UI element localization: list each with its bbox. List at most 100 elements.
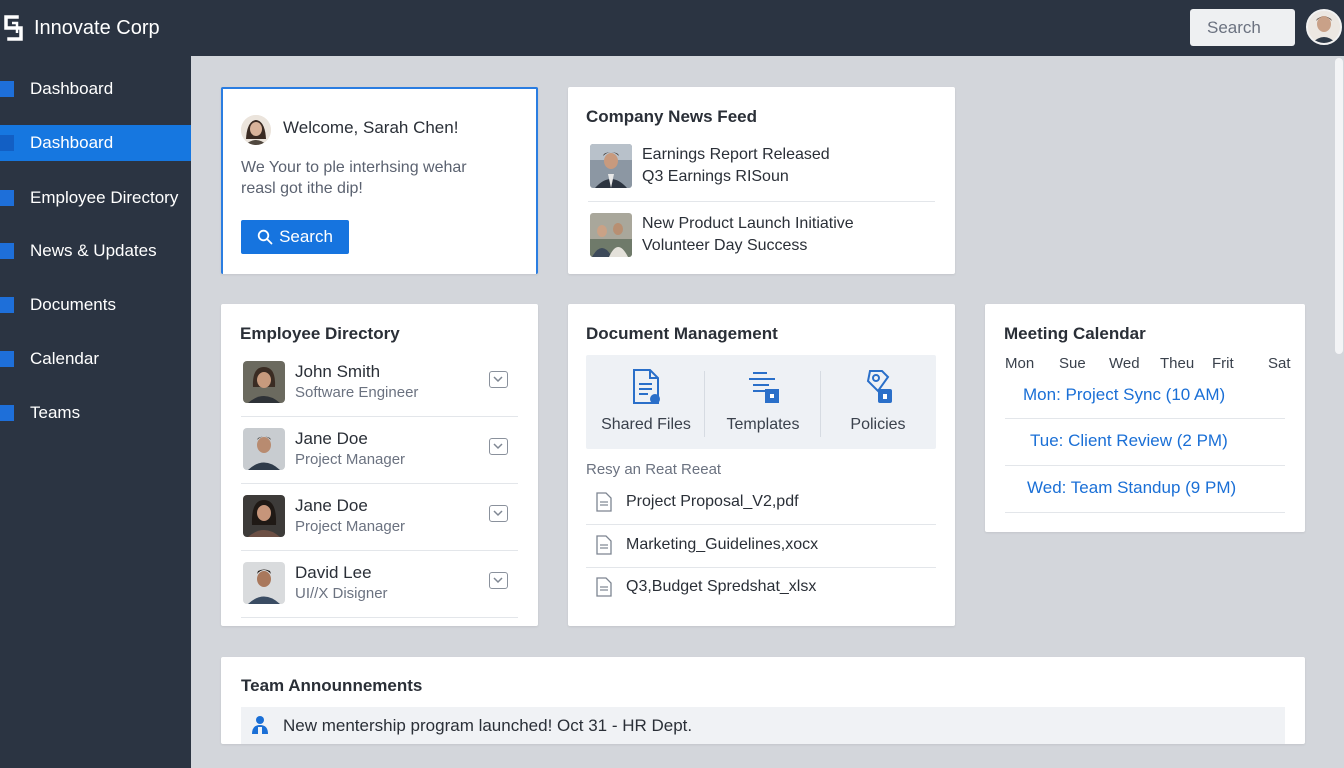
employee-role: Software Engineer — [295, 384, 419, 401]
news-item[interactable]: New Product Launch Initiative Volunteer … — [588, 213, 935, 273]
day-label[interactable]: Mon — [1005, 355, 1034, 372]
sidebar-item-label: News & Updates — [30, 241, 157, 260]
user-avatar[interactable] — [1306, 9, 1342, 45]
divider — [241, 416, 518, 417]
employee-photo — [243, 361, 285, 403]
sidebar-item-dashboard-active[interactable]: Dashboard — [0, 125, 191, 161]
file-name: Q3,Budget Spredshat_xlsx — [626, 578, 817, 595]
search-button[interactable]: Search — [241, 220, 349, 254]
team-announcements-title: Team Announnements — [241, 676, 423, 695]
sidebar-item-employee-directory[interactable]: Employee Directory — [0, 180, 191, 216]
divider — [1005, 418, 1285, 419]
tile-policies[interactable]: Policies — [820, 355, 936, 449]
day-label[interactable]: Wed — [1109, 355, 1140, 372]
sidebar-item-label: Calendar — [30, 349, 99, 368]
employee-row[interactable]: John Smith Software Engineer — [241, 361, 518, 427]
calendar-event[interactable]: Wed: Team Standup (9 PM) — [1005, 467, 1285, 513]
news-subline: Q3 Earnings RISoun — [642, 168, 789, 185]
meeting-calendar-card: Meeting Calendar Mon Sue Wed Theu Frit S… — [985, 304, 1305, 532]
tile-label: Shared Files — [601, 416, 691, 433]
employee-name: David Lee — [295, 563, 372, 582]
employee-photo — [243, 562, 285, 604]
nav-marker-icon — [0, 81, 14, 97]
sidebar-item-teams[interactable]: Teams — [0, 395, 191, 431]
scrollbar-thumb[interactable] — [1335, 58, 1343, 354]
employee-directory-title: Employee Directory — [240, 324, 400, 343]
employee-role: Project Manager — [295, 518, 406, 535]
file-row[interactable]: Q3,Budget Spredshat_xlsx — [586, 567, 936, 609]
chevron-down-icon[interactable] — [489, 572, 508, 589]
sidebar-item-calendar[interactable]: Calendar — [0, 341, 191, 377]
employee-name: John Smith — [295, 362, 381, 381]
sidebar-item-dashboard[interactable]: Dashboard — [0, 71, 191, 107]
welcome-card: Welcome, Sarah Chen! We Your to ple inte… — [221, 87, 538, 274]
employee-directory-card: Employee Directory John Smith Software E… — [221, 304, 538, 626]
welcome-message: We Your to ple interhsing wehar reasl go… — [241, 157, 521, 199]
header-search-input[interactable]: Search — [1190, 9, 1295, 46]
calendar-event[interactable]: Tue: Client Review (2 PM) — [1005, 420, 1285, 466]
sidebar-item-documents[interactable]: Documents — [0, 287, 191, 323]
user-avatar-small — [241, 115, 271, 145]
policies-icon — [860, 367, 898, 407]
chevron-down-icon[interactable] — [489, 371, 508, 388]
chevron-down-icon[interactable] — [489, 438, 508, 455]
sidebar-item-news-updates[interactable]: News & Updates — [0, 233, 191, 269]
news-headline: Earnings Report Released — [642, 146, 830, 163]
event-label: Mon: Project Sync (10 AM) — [1023, 385, 1226, 404]
chevron-down-icon[interactable] — [489, 505, 508, 522]
file-row[interactable]: Project Proposal_V2,pdf — [586, 482, 936, 524]
sidebar-item-label: Employee Directory — [30, 188, 179, 207]
file-icon — [596, 577, 612, 597]
app-title: Innovate Corp — [34, 16, 160, 39]
day-label[interactable]: Sue — [1059, 355, 1086, 372]
divider — [241, 550, 518, 551]
divider — [588, 201, 935, 202]
document-tiles: Shared Files Templates Policies — [586, 355, 936, 449]
divider — [241, 483, 518, 484]
file-row[interactable]: Marketing_Guidelines,xocx — [586, 525, 936, 567]
event-label: Tue: Client Review (2 PM) — [1030, 431, 1228, 450]
day-label[interactable]: Theu — [1160, 355, 1194, 372]
file-icon — [596, 492, 612, 512]
sidebar-item-label: Documents — [30, 295, 116, 314]
meeting-calendar-title: Meeting Calendar — [1004, 324, 1146, 343]
file-name: Project Proposal_V2,pdf — [626, 493, 799, 510]
employee-photo — [243, 495, 285, 537]
employee-row[interactable]: David Lee UI//X Disigner — [241, 562, 518, 628]
tile-templates[interactable]: Templates — [705, 355, 821, 449]
employee-name: Jane Doe — [295, 429, 368, 448]
news-thumbnail — [590, 213, 632, 257]
sidebar-item-label: Dashboard — [30, 79, 114, 98]
file-name: Marketing_Guidelines,xocx — [626, 536, 819, 553]
search-button-label: Search — [279, 227, 333, 246]
welcome-message-line: reasl got ithe dip! — [241, 180, 363, 197]
team-icon — [249, 715, 271, 735]
event-label: Wed: Team Standup (9 PM) — [1027, 478, 1237, 497]
sidebar-item-label: Teams — [30, 403, 81, 422]
company-logo-icon — [2, 12, 26, 44]
tile-label: Templates — [726, 416, 800, 433]
calendar-day-header: Mon Sue Wed Theu Frit Sat — [1005, 355, 1291, 375]
tile-shared-files[interactable]: Shared Files — [588, 355, 704, 449]
top-bar: Innovate Corp Search — [0, 0, 1344, 56]
team-announcements-card: Team Announnements New mentership progra… — [221, 657, 1305, 744]
welcome-greeting: Welcome, Sarah Chen! — [283, 118, 459, 137]
search-icon — [257, 229, 273, 245]
brand[interactable]: Innovate Corp — [2, 12, 160, 44]
announcement-item[interactable]: New mentership program launched! Oct 31 … — [241, 707, 1285, 744]
news-item[interactable]: Earnings Report Released Q3 Earnings RIS… — [588, 144, 935, 204]
calendar-event[interactable]: Mon: Project Sync (10 AM) — [1005, 374, 1285, 420]
news-subline: Volunteer Day Success — [642, 237, 808, 254]
news-feed-card: Company News Feed Earnings Report Releas… — [568, 87, 955, 274]
page-scrollbar[interactable] — [1333, 58, 1344, 768]
recent-files-heading: Resy an Reat Reeat — [586, 461, 722, 478]
day-label[interactable]: Frit — [1212, 355, 1234, 372]
employee-row[interactable]: Jane Doe Project Manager — [241, 495, 518, 561]
divider — [1005, 465, 1285, 466]
templates-icon — [745, 367, 783, 407]
employee-photo — [243, 428, 285, 470]
document-management-title: Document Management — [586, 324, 778, 343]
sidebar: Dashboard Dashboard Employee Directory N… — [0, 56, 191, 768]
day-label[interactable]: Sat — [1268, 355, 1291, 372]
employee-row[interactable]: Jane Doe Project Manager — [241, 428, 518, 494]
